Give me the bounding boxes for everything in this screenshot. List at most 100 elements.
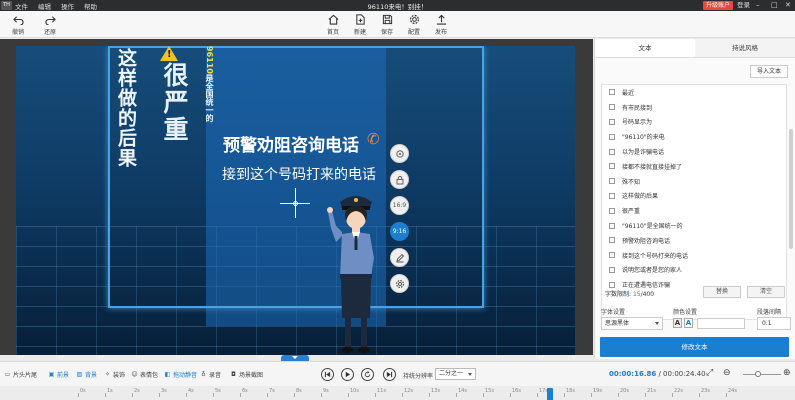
checkbox[interactable] xyxy=(609,281,615,288)
crosshair-center[interactable] xyxy=(293,201,298,206)
menu-operate[interactable]: 操作 xyxy=(61,1,74,11)
checkbox[interactable] xyxy=(609,104,615,111)
list-item[interactable]: 殊不知 xyxy=(602,174,786,189)
bottom-bar: ▭ 片头片尾 ▣ 前景 ▨ 背景 ✧ 装饰 ☺ 表情包 ◧ 拖动静音 ♁ 录音 ◘ 场景截图 持… xyxy=(0,361,795,386)
checkbox[interactable] xyxy=(609,163,615,170)
checkbox[interactable] xyxy=(609,118,615,125)
list-item[interactable]: 有市民接到 xyxy=(602,100,786,115)
clear-button[interactable]: 清空 xyxy=(747,286,785,298)
title-bar: TH 文件 编辑 操作 帮助 96110来电！别挂！ 升级账户 登录 – □ ✕ xyxy=(0,0,795,11)
zoom-out-icon[interactable]: ⊖ xyxy=(723,368,731,378)
lock-button[interactable] xyxy=(390,170,409,189)
checkbox[interactable] xyxy=(609,133,615,140)
list-item[interactable]: 这样做的后果 xyxy=(602,189,786,204)
fullscreen-icon[interactable]: ⤢ xyxy=(706,368,713,378)
fit-screen-button[interactable] xyxy=(390,144,409,163)
minimize-icon[interactable]: – xyxy=(756,0,760,11)
undo-button[interactable]: 撤销 xyxy=(3,13,33,36)
save-button[interactable]: 保存 xyxy=(372,13,402,36)
ratio-9-16-button[interactable]: 9:16 xyxy=(390,222,409,241)
previous-button[interactable] xyxy=(321,368,334,381)
publish-button[interactable]: 发布 xyxy=(426,13,456,36)
menu-edit[interactable]: 编辑 xyxy=(38,1,51,11)
replay-button[interactable] xyxy=(361,368,374,381)
intro-outro-button[interactable]: ▭ 片头片尾 xyxy=(4,370,37,379)
spacing-stepper[interactable]: 0.1 xyxy=(757,317,791,330)
vertical-text-96110[interactable]: 96110是全国统一的 xyxy=(204,46,215,122)
config-button[interactable]: 配置 xyxy=(399,13,429,36)
zoom-in-icon[interactable]: ⊕ xyxy=(783,368,791,378)
list-item[interactable]: 接到这个号码打来的电话 xyxy=(602,248,786,263)
ruler-tick: 1s xyxy=(105,388,113,397)
list-item[interactable]: 说明您或者是您的家人 xyxy=(602,263,786,278)
login-link[interactable]: 登录 xyxy=(737,0,750,11)
list-item[interactable]: 预警劝阻咨询电话 xyxy=(602,233,786,248)
police-character[interactable] xyxy=(326,188,386,355)
zoom-slider-handle[interactable] xyxy=(755,371,761,377)
emoji-button[interactable]: ☺ 表情包 xyxy=(131,370,158,379)
checkbox[interactable] xyxy=(609,192,615,199)
checkbox[interactable] xyxy=(609,178,615,185)
vertical-text-serious[interactable]: 很严重 xyxy=(156,62,192,143)
edit-text-button[interactable]: 修改文本 xyxy=(600,337,789,357)
window-title: 96110来电！别挂！ xyxy=(367,2,428,11)
settings-button[interactable] xyxy=(390,274,409,293)
ruler-tick: 18s xyxy=(564,388,575,397)
tab-text[interactable]: 文本 xyxy=(595,39,695,57)
list-item[interactable]: 最近 xyxy=(602,85,786,100)
new-button[interactable]: 新建 xyxy=(345,13,375,36)
decoration-button[interactable]: ✧ 装饰 xyxy=(104,370,125,379)
ruler-tick: 13s xyxy=(429,388,440,397)
list-item[interactable]: 很严重 xyxy=(602,203,786,218)
list-item[interactable]: "96110"的来电 xyxy=(602,129,786,144)
list-item[interactable]: 接都不接就直接挂掉了 xyxy=(602,159,786,174)
drag-mute-button[interactable]: ◧ 拖动静音 xyxy=(164,370,197,379)
subline-text[interactable]: 接到这个号码打来的电话 xyxy=(222,164,376,184)
zoom-slider-track[interactable] xyxy=(743,374,781,375)
checkbox[interactable] xyxy=(609,266,615,273)
play-button[interactable] xyxy=(341,368,354,381)
resolution-select[interactable]: 二分之一 xyxy=(435,368,476,380)
gear-icon xyxy=(409,13,420,26)
ratio-16-9-button[interactable]: 16:9 xyxy=(390,196,409,215)
edit-pen-button[interactable] xyxy=(390,248,409,267)
foreground-button[interactable]: ▣ 前景 xyxy=(48,370,69,379)
record-button[interactable]: ♁ 录音 xyxy=(200,370,221,379)
redo-icon xyxy=(44,13,56,26)
ruler-tick: 22s xyxy=(672,388,683,397)
list-item[interactable]: 号码显示为 xyxy=(602,115,786,130)
upgrade-account-button[interactable]: 升级账户 xyxy=(703,1,734,10)
list-item[interactable]: "96110"是全国统一的 xyxy=(602,218,786,233)
canvas-area[interactable]: 这样做的后果 很严重 96110是全国统一的 预警劝阻咨询电话 ✆ 接到这个号码… xyxy=(0,39,593,355)
headline-text[interactable]: 预警劝阻咨询电话 xyxy=(223,131,359,156)
video-stage[interactable]: 这样做的后果 很严重 96110是全国统一的 预警劝阻咨询电话 ✆ 接到这个号码… xyxy=(16,46,575,355)
checkbox[interactable] xyxy=(609,252,615,259)
maximize-icon[interactable]: □ xyxy=(771,0,778,11)
list-scrollbar[interactable] xyxy=(789,129,793,249)
next-button[interactable] xyxy=(383,368,396,381)
redo-button[interactable]: 还原 xyxy=(35,13,65,36)
vertical-text-consequence[interactable]: 这样做的后果 xyxy=(113,48,140,168)
checkbox[interactable] xyxy=(609,237,615,244)
import-text-button[interactable]: 导入文本 xyxy=(750,65,788,78)
checkbox[interactable] xyxy=(609,89,615,96)
timeline-playhead[interactable] xyxy=(547,388,553,400)
checkbox[interactable] xyxy=(609,148,615,155)
close-icon[interactable]: ✕ xyxy=(785,0,791,11)
checkbox[interactable] xyxy=(609,222,615,229)
checkbox[interactable] xyxy=(609,207,615,214)
stroke-color-button[interactable]: A xyxy=(684,318,693,328)
timeline-ruler[interactable]: 0s 1s 2s 3s 4s 5s 6s 7s 8s 9s 10s 11s 12… xyxy=(0,386,795,400)
scene-screenshot-button[interactable]: ◘ 场景截图 xyxy=(230,370,263,379)
tab-style[interactable]: 持说风格 xyxy=(695,39,795,57)
text-color-button[interactable]: A xyxy=(673,318,682,328)
home-button[interactable]: 首页 xyxy=(318,13,348,36)
background-button[interactable]: ▨ 背景 xyxy=(76,370,97,379)
gear-icon xyxy=(395,279,404,288)
menu-help[interactable]: 帮助 xyxy=(84,1,97,11)
replace-button[interactable]: 替换 xyxy=(703,286,741,298)
menu-file[interactable]: 文件 xyxy=(15,1,28,11)
list-item[interactable]: 以为是诈骗电话 xyxy=(602,144,786,159)
color-input[interactable] xyxy=(697,318,745,329)
font-select[interactable]: 思源黑体 xyxy=(601,317,663,330)
